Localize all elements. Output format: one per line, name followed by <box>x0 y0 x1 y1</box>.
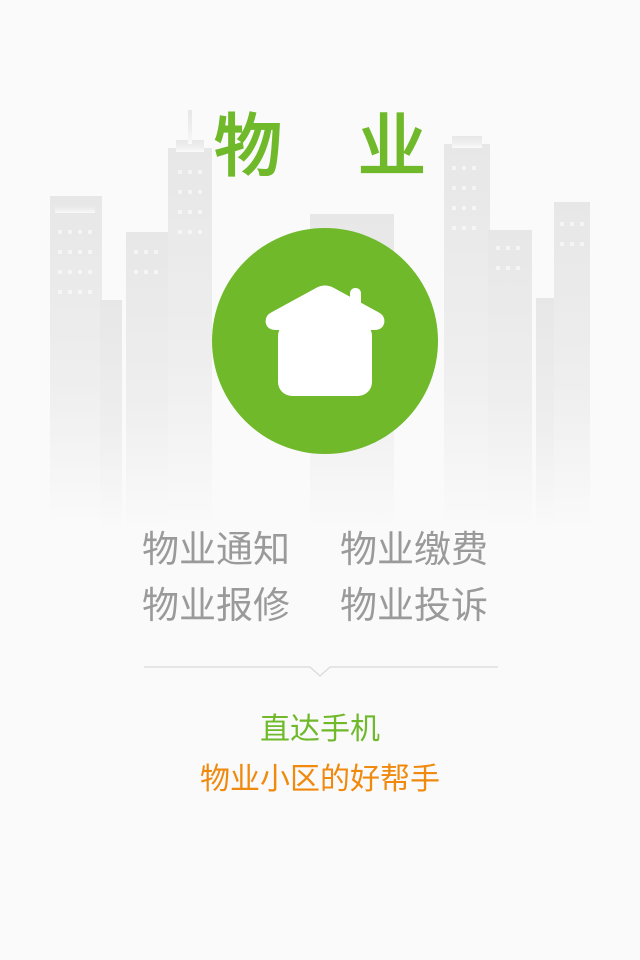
feature-notice: 物业通知 <box>142 528 290 571</box>
tagline-secondary: 物业小区的好帮手 <box>200 762 440 797</box>
app-logo <box>212 228 438 454</box>
feature-complaint: 物业投诉 <box>340 584 488 627</box>
feature-payment: 物业缴费 <box>340 528 488 571</box>
tagline-primary: 直达手机 <box>260 712 380 747</box>
feature-list: 物业通知 物业缴费 物业报修 物业投诉 <box>0 524 640 636</box>
feature-row: 物业通知 物业缴费 <box>0 524 640 580</box>
divider <box>144 666 498 677</box>
house-icon <box>265 285 385 396</box>
feature-row: 物业报修 物业投诉 <box>0 580 640 636</box>
feature-repair: 物业报修 <box>142 584 290 627</box>
page-title: 物 业 <box>214 108 452 187</box>
splash-screen: 物 业 物业通知 物业缴费 物业报修 物业投诉 直达手机 物业小区的好帮手 <box>0 0 640 960</box>
